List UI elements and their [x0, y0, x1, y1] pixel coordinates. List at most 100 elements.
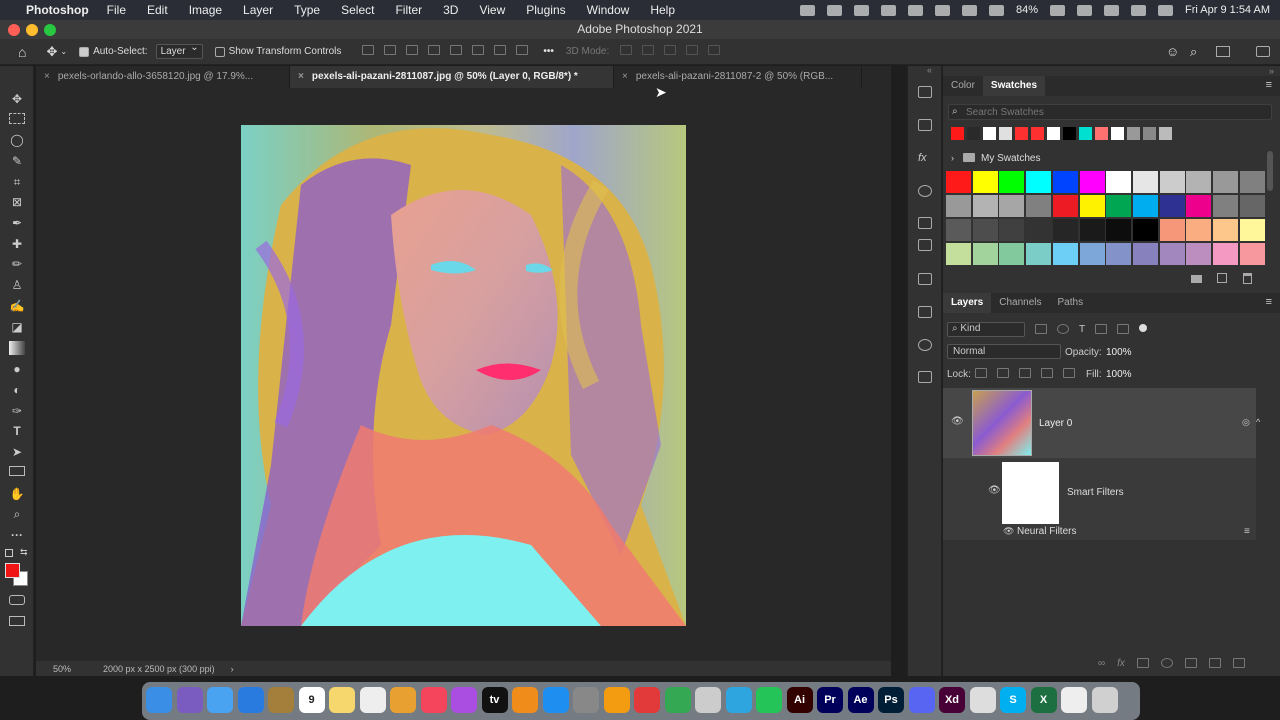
clone-stamp-icon[interactable]: ♙	[9, 278, 25, 292]
menu-type[interactable]: Type	[294, 3, 320, 17]
swatches-scrollbar[interactable]	[1267, 151, 1273, 191]
swatch[interactable]	[972, 219, 998, 241]
smart-filters-eye-icon[interactable]: 👁	[988, 485, 1001, 496]
swatch[interactable]	[1026, 195, 1052, 217]
menu-view[interactable]: View	[479, 3, 505, 17]
swatch[interactable]	[1159, 195, 1185, 217]
smart-filter-badge-icon[interactable]: ◎	[1242, 417, 1250, 428]
dock-stickies-icon[interactable]	[329, 687, 355, 713]
cloud-icon[interactable]	[961, 4, 977, 16]
dock-chrome-icon[interactable]	[664, 687, 691, 713]
recent-swatch[interactable]	[983, 127, 996, 140]
swatch[interactable]	[1132, 195, 1158, 217]
properties-icon[interactable]	[918, 86, 932, 98]
swatch[interactable]	[1159, 219, 1185, 241]
chevron-right-icon[interactable]: ›	[951, 153, 954, 163]
minimize-window-button[interactable]	[26, 24, 38, 36]
menu-select[interactable]: Select	[341, 3, 374, 17]
smart-filters-row[interactable]: 👁 Smart Filters	[943, 458, 1256, 525]
swatch[interactable]	[1186, 219, 1212, 241]
swatch[interactable]	[1213, 219, 1238, 241]
collapse-strip-icon[interactable]: «	[927, 65, 932, 75]
cleanmymac-icon[interactable]	[799, 4, 815, 16]
dock-reminders-icon[interactable]	[359, 687, 386, 713]
new-swatch-icon[interactable]	[1217, 273, 1227, 283]
frame-tool-icon[interactable]: ⊠	[9, 195, 25, 209]
swatch[interactable]	[1186, 171, 1212, 193]
dock-photos-icon[interactable]	[390, 687, 416, 713]
recent-swatch[interactable]	[1015, 127, 1028, 140]
zoom-level[interactable]: 50%	[53, 664, 103, 674]
panel-menu-icon[interactable]: ≡	[1266, 296, 1272, 308]
dock-preview-icon[interactable]	[695, 687, 721, 713]
move-tool-preset-icon[interactable]: ✥	[46, 44, 57, 60]
dock-skype-icon[interactable]: S	[1000, 687, 1026, 713]
gradient-tool-icon[interactable]	[9, 341, 25, 355]
dock-music-icon[interactable]	[420, 687, 447, 713]
glyphs-icon[interactable]	[918, 239, 932, 251]
align-bottom-icon[interactable]	[494, 45, 507, 55]
transform-controls-checkbox[interactable]	[214, 46, 225, 57]
zoom-window-button[interactable]	[44, 24, 56, 36]
channels-grid-icon[interactable]	[918, 306, 932, 318]
neural-filters-row[interactable]: 👁 Neural Filters ≡	[943, 524, 1256, 540]
screen-mode-icon[interactable]	[9, 616, 25, 626]
dock-after-effects-icon[interactable]: Ae	[847, 687, 874, 713]
dock-finder-icon[interactable]	[146, 687, 172, 713]
quick-mask-icon[interactable]	[9, 595, 25, 605]
swatch[interactable]	[1132, 171, 1158, 193]
close-tab-icon[interactable]: ×	[44, 71, 50, 82]
hand-tool-icon[interactable]: ✋	[9, 487, 25, 501]
auto-select-dropdown[interactable]: Layer	[155, 42, 203, 59]
dock-vlc-icon[interactable]	[603, 687, 630, 713]
align-left-icon[interactable]	[362, 45, 375, 55]
dock-premiere-icon[interactable]: Pr	[817, 687, 843, 713]
swatch[interactable]	[946, 171, 971, 193]
document-canvas-image[interactable]	[241, 125, 686, 626]
align-middle-icon[interactable]	[472, 45, 485, 55]
minus-icon[interactable]	[880, 4, 896, 16]
new-adjustment-icon[interactable]	[1160, 658, 1173, 668]
play-icon[interactable]	[988, 4, 1004, 16]
layer-visibility-eye-icon[interactable]: 👁	[951, 416, 964, 427]
layer-row-layer-0[interactable]: 👁 Layer 0 ◎ ^	[943, 388, 1260, 458]
dock-safari-icon[interactable]	[237, 687, 264, 713]
recent-swatch[interactable]	[999, 127, 1012, 140]
clock[interactable]: Fri Apr 9 1:54 AM	[1185, 4, 1270, 16]
dock-excel-icon[interactable]: X	[1030, 687, 1057, 713]
lock-artboard-icon[interactable]	[1041, 368, 1053, 378]
spotlight-icon[interactable]	[1104, 4, 1120, 16]
recent-swatch[interactable]	[1063, 127, 1076, 140]
wifi-icon[interactable]	[1077, 4, 1093, 16]
shape-filter-icon[interactable]	[1095, 324, 1108, 334]
swatch[interactable]	[1159, 171, 1185, 193]
control-center-icon[interactable]	[1131, 4, 1147, 16]
swatch[interactable]	[946, 195, 971, 217]
swatch[interactable]	[1239, 195, 1265, 217]
home-icon[interactable]: ⌂	[18, 44, 26, 60]
dock-app-store-icon[interactable]	[542, 687, 569, 713]
default-colors-icon[interactable]	[5, 549, 13, 557]
swatch[interactable]	[1186, 195, 1212, 217]
menu-filter[interactable]: Filter	[395, 3, 422, 17]
menu-help[interactable]: Help	[650, 3, 675, 17]
lock-transparency-icon[interactable]	[975, 368, 987, 378]
swatch[interactable]	[1052, 219, 1078, 241]
close-tab-icon[interactable]: ×	[622, 71, 628, 82]
color-wheel-icon[interactable]	[918, 339, 932, 351]
menu-window[interactable]: Window	[587, 3, 630, 17]
dock-xd-icon[interactable]: Xd	[939, 687, 965, 713]
dock-mail-icon[interactable]	[207, 687, 233, 713]
lasso-tool-icon[interactable]: ◯	[9, 133, 25, 147]
quick-select-tool-icon[interactable]: ✎	[9, 154, 25, 168]
share-icon[interactable]: ☺	[1166, 44, 1179, 59]
swatch[interactable]	[1106, 195, 1132, 217]
recent-swatch[interactable]	[1143, 127, 1156, 140]
fx-styles-icon[interactable]: fx	[918, 152, 927, 164]
adjustments-icon[interactable]	[918, 273, 932, 285]
marquee-tool-icon[interactable]	[9, 113, 25, 124]
swatch[interactable]	[1213, 195, 1238, 217]
swatch[interactable]	[1079, 219, 1105, 241]
dock-discord-icon[interactable]	[908, 687, 935, 713]
creative-cloud-icon[interactable]	[853, 4, 869, 16]
